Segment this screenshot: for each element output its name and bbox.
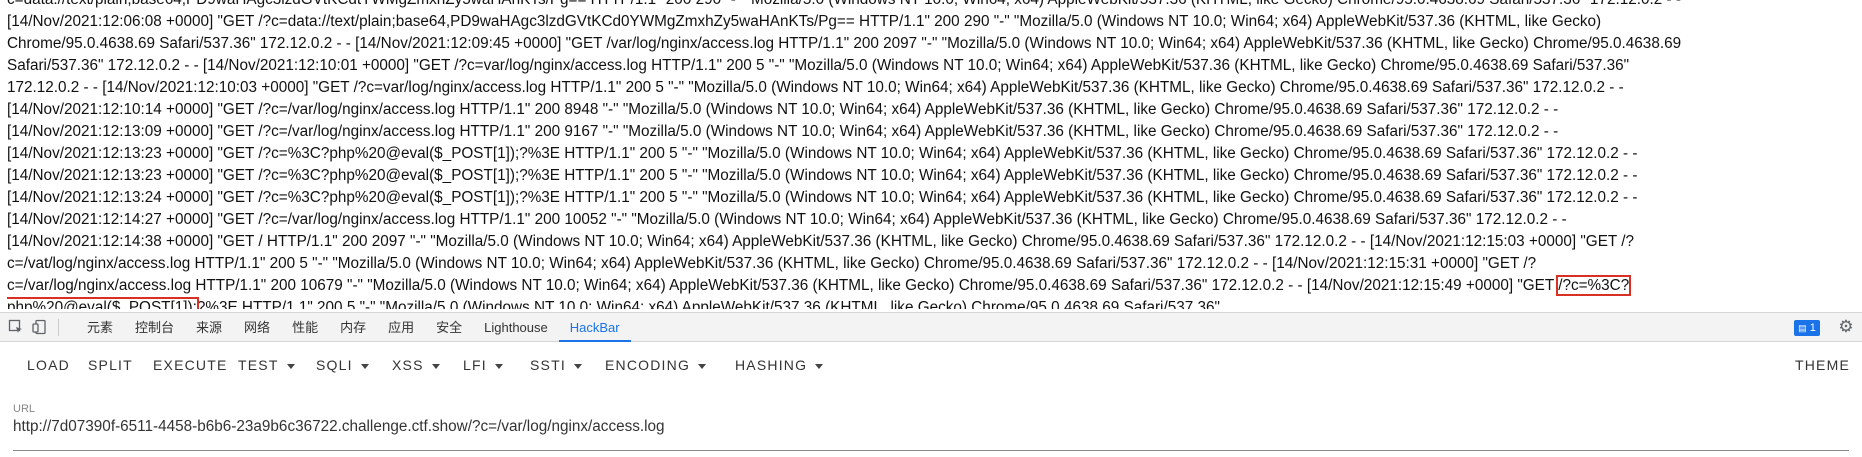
split-button[interactable]: SPLIT xyxy=(88,342,133,388)
tab-network[interactable]: 网络 xyxy=(233,313,281,342)
dropdown-caret-icon xyxy=(431,363,440,369)
load-button-label: LOAD xyxy=(27,357,70,373)
log-line: c=/vat/log/nginx/access.log HTTP/1.1" 20… xyxy=(7,255,1537,272)
dropdown-caret-icon xyxy=(815,363,824,369)
hashing-button-label: HASHING xyxy=(735,357,808,373)
log-line: [14/Nov/2021:12:14:38 +0000] "GET / HTTP… xyxy=(7,233,1634,250)
log-line: php%20@eval($_POST[1]);?%3E HTTP/1.1" 20… xyxy=(7,297,1857,309)
load-button[interactable]: LOAD xyxy=(27,342,70,388)
encoding-button[interactable]: ENCODING xyxy=(605,342,707,388)
dropdown-caret-icon xyxy=(573,363,582,369)
lfi-button[interactable]: LFI xyxy=(463,342,503,388)
tab-sources[interactable]: 来源 xyxy=(185,313,233,342)
hackbar-toolbar: THEME LOAD SPLIT EXECUTE TEST SQLI XSS LFI SSTI… xyxy=(0,342,1862,388)
execute-button[interactable]: EXECUTE xyxy=(153,342,228,388)
log-line: [14/Nov/2021:12:06:08 +0000] "GET /?c=da… xyxy=(7,13,1602,30)
log-line: [14/Nov/2021:12:13:24 +0000] "GET /?c=%3… xyxy=(7,189,1638,206)
theme-button[interactable]: THEME xyxy=(1795,342,1850,388)
log-line: [14/Nov/2021:12:10:14 +0000] "GET /?c=/v… xyxy=(7,101,1559,118)
log-line-text: ?%3E HTTP/1.1" 200 5 "-" "Mozilla/5.0 (W… xyxy=(196,299,1220,309)
sqli-button-label: SQLI xyxy=(316,357,353,373)
issues-icon: ▤ xyxy=(1798,323,1807,333)
log-line: [14/Nov/2021:12:13:23 +0000] "GET /?c=%3… xyxy=(7,167,1638,184)
tab-console[interactable]: 控制台 xyxy=(124,313,185,342)
sqli-button[interactable]: SQLI xyxy=(316,342,369,388)
dropdown-caret-icon xyxy=(494,363,503,369)
log-line: Chrome/95.0.4638.69 Safari/537.36" 172.1… xyxy=(7,35,1682,52)
highlighted-payload-start: /?c=%3C? xyxy=(1556,275,1632,296)
log-line: [14/Nov/2021:12:13:09 +0000] "GET /?c=/v… xyxy=(7,123,1559,140)
devtools-tabbar: 元素 控制台 来源 网络 性能 内存 应用 安全 Lighthouse HackBar ▤ 1 ⚙ xyxy=(0,312,1862,342)
ssti-button[interactable]: SSTI xyxy=(530,342,582,388)
url-underline xyxy=(13,450,1849,451)
lfi-button-label: LFI xyxy=(463,357,487,373)
test-button[interactable]: TEST xyxy=(238,342,295,388)
log-line: c=/var/log/nginx/access.log HTTP/1.1" 20… xyxy=(7,275,1857,297)
tab-hackbar[interactable]: HackBar xyxy=(558,313,631,342)
log-line: c=data://text/plain;base64,PD9waHAgc3lzd… xyxy=(7,0,1857,11)
dropdown-caret-icon xyxy=(360,363,369,369)
url-label: URL xyxy=(13,403,36,415)
tab-performance[interactable]: 性能 xyxy=(281,313,329,342)
xss-button-label: XSS xyxy=(392,357,424,373)
tab-lighthouse[interactable]: Lighthouse xyxy=(473,313,559,342)
tab-security[interactable]: 安全 xyxy=(425,313,473,342)
tab-application[interactable]: 应用 xyxy=(377,313,425,342)
log-line: [14/Nov/2021:12:13:23 +0000] "GET /?c=%3… xyxy=(7,145,1638,162)
toolbar-divider xyxy=(58,319,59,336)
dropdown-caret-icon xyxy=(286,363,295,369)
log-line: Safari/537.36" 172.12.0.2 - - [14/Nov/20… xyxy=(7,57,1630,74)
encoding-button-label: ENCODING xyxy=(605,357,691,373)
tab-memory[interactable]: 内存 xyxy=(329,313,377,342)
ssti-button-label: SSTI xyxy=(530,357,566,373)
settings-gear-icon[interactable]: ⚙ xyxy=(1838,318,1854,335)
inspect-icon[interactable] xyxy=(8,319,24,335)
tab-elements[interactable]: 元素 xyxy=(76,313,124,342)
devtools-tabs: 元素 控制台 来源 网络 性能 内存 应用 安全 Lighthouse HackBar xyxy=(76,313,631,342)
log-line: [14/Nov/2021:12:14:27 +0000] "GET /?c=/v… xyxy=(7,211,1567,228)
split-button-label: SPLIT xyxy=(88,357,133,373)
page-log-output: c=data://text/plain;base64,PD9waHAgc3lzd… xyxy=(0,0,1862,309)
log-line: 172.12.0.2 - - [14/Nov/2021:12:10:03 +00… xyxy=(7,79,1624,96)
issues-count: 1 xyxy=(1809,322,1816,334)
issues-badge[interactable]: ▤ 1 xyxy=(1794,320,1820,336)
hashing-button[interactable]: HASHING xyxy=(735,342,824,388)
execute-button-label: EXECUTE xyxy=(153,357,228,373)
device-toolbar-icon[interactable] xyxy=(32,319,48,335)
highlighted-payload-end: php%20@eval($_POST[1]); xyxy=(7,297,199,309)
url-field[interactable]: URL http://7d07390f-6511-4458-b6b6-23a9b… xyxy=(0,390,1862,457)
dropdown-caret-icon xyxy=(698,363,707,369)
xss-button[interactable]: XSS xyxy=(392,342,440,388)
log-text: c=data://text/plain;base64,PD9waHAgc3lzd… xyxy=(7,0,1857,309)
test-button-label: TEST xyxy=(238,357,279,373)
log-line-text: c=/var/log/nginx/access.log HTTP/1.1" 20… xyxy=(7,277,1559,294)
url-input[interactable]: http://7d07390f-6511-4458-b6b6-23a9b6c36… xyxy=(13,418,665,436)
